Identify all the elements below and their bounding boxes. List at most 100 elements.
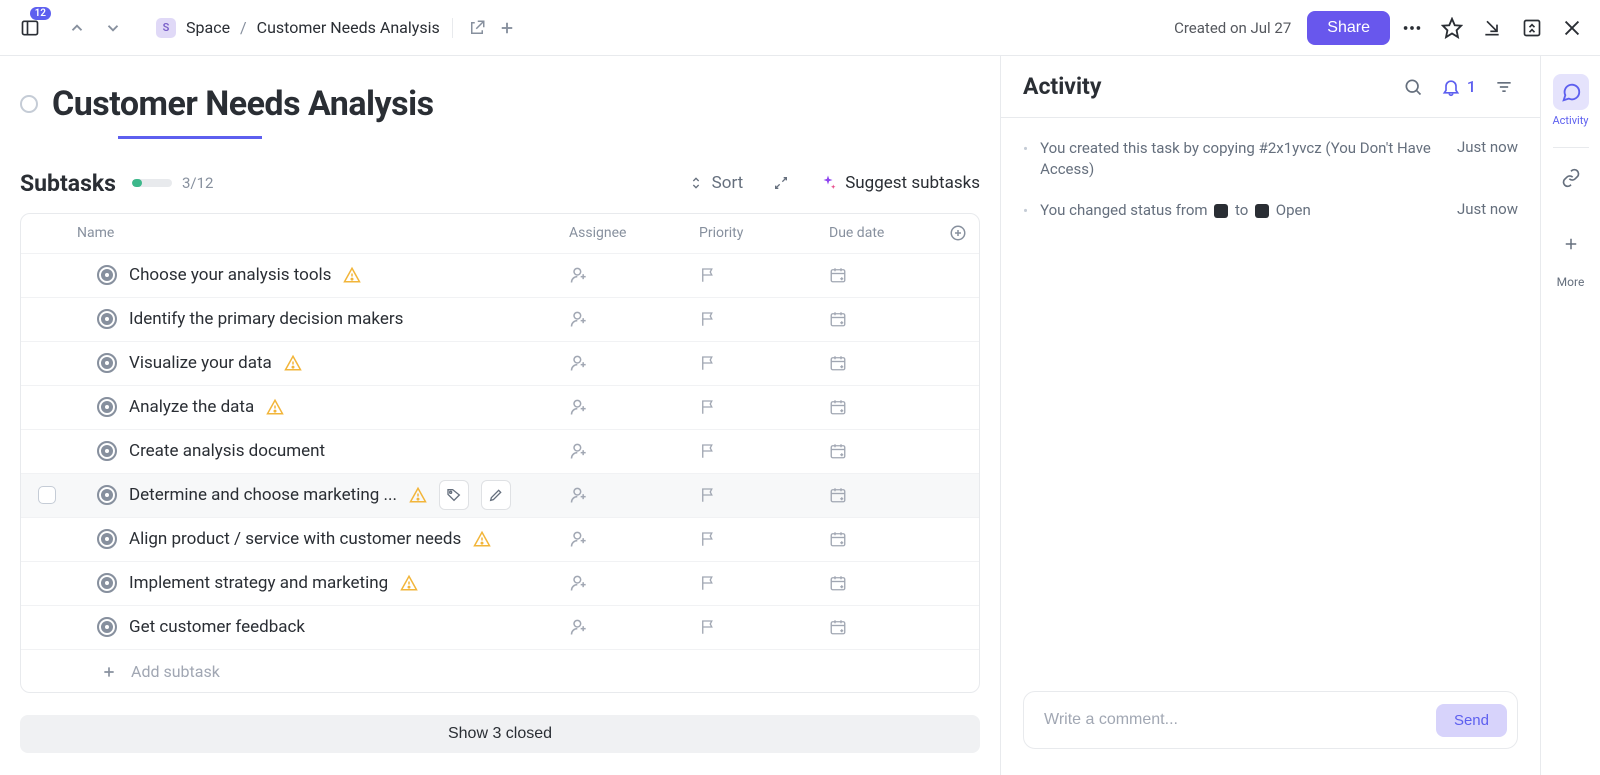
due-date-icon[interactable]	[829, 574, 847, 592]
activity-search-button[interactable]	[1399, 73, 1427, 101]
assignee-add-icon[interactable]	[569, 573, 589, 593]
task-status-toggle[interactable]	[97, 617, 117, 637]
assignee-add-icon[interactable]	[569, 397, 589, 417]
priority-flag-icon[interactable]	[699, 574, 717, 592]
sidebar-toggle[interactable]: 12	[16, 14, 44, 42]
row-checkbox[interactable]	[38, 486, 56, 504]
priority-flag-icon[interactable]	[699, 486, 717, 504]
due-date-icon[interactable]	[829, 354, 847, 372]
assignee-add-icon[interactable]	[569, 485, 589, 505]
priority-flag-icon[interactable]	[699, 266, 717, 284]
send-button[interactable]: Send	[1436, 704, 1507, 737]
close-button[interactable]	[1560, 16, 1584, 40]
due-date-icon[interactable]	[829, 442, 847, 460]
task-title[interactable]: Create analysis document	[129, 441, 325, 461]
bell-count: 1	[1467, 77, 1476, 96]
table-row[interactable]: Determine and choose marketing ...	[21, 474, 979, 518]
priority-flag-icon[interactable]	[699, 442, 717, 460]
more-button[interactable]	[1400, 16, 1424, 40]
task-title[interactable]: Get customer feedback	[129, 617, 305, 637]
suggest-subtasks-button[interactable]: Suggest subtasks	[819, 173, 980, 193]
due-date-icon[interactable]	[829, 398, 847, 416]
table-row[interactable]: Analyze the data	[21, 386, 979, 430]
add-column-button[interactable]	[949, 224, 979, 242]
table-row[interactable]: Visualize your data	[21, 342, 979, 386]
task-title[interactable]: Choose your analysis tools	[129, 265, 331, 285]
add-button[interactable]	[495, 16, 519, 40]
notifications-button[interactable]: 1	[1441, 77, 1476, 97]
warning-icon	[266, 398, 284, 416]
task-status-toggle[interactable]	[97, 397, 117, 417]
assignee-add-icon[interactable]	[569, 529, 589, 549]
priority-flag-icon[interactable]	[699, 618, 717, 636]
table-row[interactable]: Identify the primary decision makers	[21, 298, 979, 342]
share-button[interactable]: Share	[1307, 11, 1390, 45]
task-title[interactable]: Identify the primary decision makers	[129, 309, 403, 329]
activity-filter-button[interactable]	[1490, 73, 1518, 101]
task-title[interactable]: Visualize your data	[129, 353, 272, 373]
assignee-add-icon[interactable]	[569, 617, 589, 637]
task-status-toggle[interactable]	[97, 485, 117, 505]
expand-button[interactable]	[773, 175, 789, 191]
favorite-button[interactable]	[1440, 16, 1464, 40]
activity-time: Just now	[1457, 200, 1518, 221]
show-closed-button[interactable]: Show 3 closed	[20, 715, 980, 753]
table-row[interactable]: Create analysis document	[21, 430, 979, 474]
space-badge[interactable]: S	[156, 18, 176, 38]
priority-flag-icon[interactable]	[699, 354, 717, 372]
col-name[interactable]: Name	[73, 225, 569, 241]
crumb-separator: /	[240, 18, 247, 37]
assignee-add-icon[interactable]	[569, 309, 589, 329]
comment-box[interactable]: Send	[1023, 691, 1518, 749]
sort-button[interactable]: Sort	[688, 173, 744, 193]
rail-add-button[interactable]	[1562, 235, 1580, 253]
due-date-icon[interactable]	[829, 618, 847, 636]
nav-next-button[interactable]	[100, 15, 126, 41]
due-date-icon[interactable]	[829, 310, 847, 328]
assignee-add-icon[interactable]	[569, 265, 589, 285]
priority-flag-icon[interactable]	[699, 310, 717, 328]
crumb-space[interactable]: Space	[186, 18, 230, 37]
task-status-toggle[interactable]	[97, 353, 117, 373]
nav-prev-button[interactable]	[64, 15, 90, 41]
table-row[interactable]: Align product / service with customer ne…	[21, 518, 979, 562]
panel-left-icon	[20, 18, 40, 38]
tag-button[interactable]	[439, 480, 469, 510]
task-status-toggle[interactable]	[97, 441, 117, 461]
col-assignee[interactable]: Assignee	[569, 225, 699, 241]
task-title[interactable]: Analyze the data	[129, 397, 254, 417]
task-status-toggle[interactable]	[97, 573, 117, 593]
comment-input[interactable]	[1044, 711, 1436, 729]
crumb-task[interactable]: Customer Needs Analysis	[257, 18, 440, 37]
task-status-toggle[interactable]	[97, 265, 117, 285]
assignee-add-icon[interactable]	[569, 441, 589, 461]
subtasks-table: Name Assignee Priority Due date Choose y…	[20, 213, 980, 693]
due-date-icon[interactable]	[829, 530, 847, 548]
col-due[interactable]: Due date	[829, 225, 949, 241]
task-title[interactable]: Align product / service with customer ne…	[129, 529, 461, 549]
external-link-button[interactable]	[465, 16, 489, 40]
download-button[interactable]	[1480, 16, 1504, 40]
task-title[interactable]: Implement strategy and marketing	[129, 573, 388, 593]
col-priority[interactable]: Priority	[699, 225, 829, 241]
activity-text: You created this task by copying #2x1yvc…	[1040, 138, 1445, 180]
due-date-icon[interactable]	[829, 266, 847, 284]
table-row[interactable]: Choose your analysis tools	[21, 254, 979, 298]
due-date-icon[interactable]	[829, 486, 847, 504]
edit-button[interactable]	[481, 480, 511, 510]
rail-more-label[interactable]: More	[1557, 275, 1585, 289]
priority-flag-icon[interactable]	[699, 398, 717, 416]
task-status-button[interactable]	[20, 95, 38, 113]
table-row[interactable]: Get customer feedback	[21, 606, 979, 650]
table-row[interactable]: Implement strategy and marketing	[21, 562, 979, 606]
priority-flag-icon[interactable]	[699, 530, 717, 548]
rail-activity-tab[interactable]: Activity	[1548, 74, 1594, 127]
task-status-toggle[interactable]	[97, 529, 117, 549]
rail-link-button[interactable]	[1561, 168, 1581, 188]
task-title[interactable]: Determine and choose marketing ...	[129, 485, 397, 505]
add-subtask-row[interactable]: Add subtask	[21, 650, 979, 693]
task-status-toggle[interactable]	[97, 309, 117, 329]
assignee-add-icon[interactable]	[569, 353, 589, 373]
collapse-button[interactable]	[1520, 16, 1544, 40]
page-title[interactable]: Customer Needs Analysis	[52, 84, 434, 124]
